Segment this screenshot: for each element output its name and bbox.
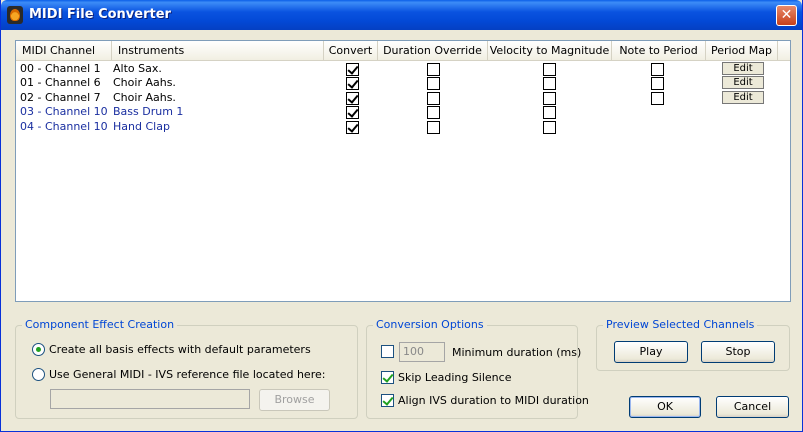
header-note-to-period[interactable]: Note to Period [612, 41, 706, 61]
default-effects-radio[interactable] [32, 343, 45, 356]
channel-list[interactable]: MIDI Channel Instruments Convert Duratio… [15, 40, 791, 302]
channel-cell: 01 - Channel 6 [20, 76, 101, 90]
header-convert[interactable]: Convert [324, 41, 378, 61]
cancel-button[interactable]: Cancel [716, 396, 789, 418]
conversion-options-label: Conversion Options [373, 318, 487, 331]
duration-override-checkbox[interactable] [427, 63, 440, 76]
header-velocity-to-magnitude[interactable]: Velocity to Magnitude [488, 41, 612, 61]
stop-button[interactable]: Stop [701, 341, 775, 363]
table-row[interactable]: 02 - Channel 7 Choir Aahs. Edit [16, 90, 790, 105]
instrument-cell: Hand Clap [113, 119, 170, 133]
note-to-period-checkbox[interactable] [651, 77, 664, 91]
header-midi-channel[interactable]: MIDI Channel [16, 41, 112, 61]
preview-label: Preview Selected Channels [603, 318, 758, 331]
convert-checkbox[interactable] [346, 91, 359, 105]
table-row[interactable]: 00 - Channel 1 Alto Sax. Edit [16, 62, 790, 76]
list-header: MIDI Channel Instruments Convert Duratio… [16, 41, 790, 61]
table-row[interactable]: 04 - Channel 10 Hand Clap [16, 120, 790, 134]
midi-converter-window: MIDI File Converter ✕ MIDI Channel Instr… [0, 0, 803, 432]
list-rows: 00 - Channel 1 Alto Sax. Edit 01 - Channel … [16, 62, 790, 134]
default-effects-label: Create all basis effects with default pa… [49, 343, 311, 356]
convert-checkbox[interactable] [346, 63, 359, 76]
velocity-magnitude-checkbox[interactable] [543, 120, 556, 134]
reference-file-label: Use General MIDI - IVS reference file lo… [49, 368, 326, 381]
convert-checkbox[interactable] [346, 120, 359, 134]
header-instruments[interactable]: Instruments [112, 41, 324, 61]
table-row[interactable]: 01 - Channel 6 Choir Aahs. Edit [16, 76, 790, 91]
convert-checkbox[interactable] [346, 106, 359, 120]
period-map-edit-button[interactable]: Edit [722, 62, 764, 75]
browse-button[interactable]: Browse [259, 389, 330, 411]
min-duration-input[interactable]: 100 [399, 342, 445, 362]
header-period-map[interactable]: Period Map [706, 41, 778, 61]
min-duration-label: Minimum duration (ms) [452, 346, 582, 359]
convert-checkbox[interactable] [346, 77, 359, 91]
align-duration-label: Align IVS duration to MIDI duration [398, 394, 589, 407]
table-row[interactable]: 03 - Channel 10 Bass Drum 1 [16, 105, 790, 120]
window-title: MIDI File Converter [29, 7, 171, 22]
app-icon [7, 6, 23, 24]
velocity-magnitude-checkbox[interactable] [543, 91, 556, 105]
velocity-magnitude-checkbox[interactable] [543, 63, 556, 76]
duration-override-checkbox[interactable] [427, 77, 440, 91]
duration-override-checkbox[interactable] [427, 91, 440, 105]
skip-silence-label: Skip Leading Silence [398, 371, 512, 384]
reference-file-input[interactable] [50, 389, 250, 409]
align-duration-checkbox[interactable] [381, 394, 394, 407]
velocity-magnitude-checkbox[interactable] [543, 77, 556, 91]
min-duration-checkbox[interactable] [381, 345, 394, 358]
reference-file-radio[interactable] [32, 368, 45, 381]
play-button[interactable]: Play [614, 341, 688, 363]
channel-cell: 04 - Channel 10 [20, 119, 108, 133]
title-bar: MIDI File Converter ✕ [1, 0, 802, 30]
skip-silence-checkbox[interactable] [381, 371, 394, 384]
duration-override-checkbox[interactable] [427, 120, 440, 134]
note-to-period-checkbox[interactable] [651, 91, 664, 105]
component-effect-label: Component Effect Creation [22, 318, 178, 331]
preview-group: Preview Selected Channels Play Stop [596, 318, 790, 371]
header-duration-override[interactable]: Duration Override [378, 41, 488, 61]
channel-cell: 00 - Channel 1 [20, 62, 101, 75]
note-to-period-checkbox[interactable] [651, 63, 664, 76]
period-map-edit-button[interactable]: Edit [722, 76, 764, 90]
conversion-options-group: Conversion Options 100 Minimum duration … [366, 318, 589, 419]
instrument-cell: Choir Aahs. [113, 90, 176, 104]
instrument-cell: Choir Aahs. [113, 76, 176, 90]
channel-cell: 02 - Channel 7 [20, 90, 101, 104]
duration-override-checkbox[interactable] [427, 106, 440, 120]
close-button[interactable]: ✕ [776, 5, 797, 26]
component-effect-group: Component Effect Creation Create all bas… [15, 318, 358, 419]
period-map-edit-button[interactable]: Edit [722, 90, 764, 104]
ok-button[interactable]: OK [629, 396, 701, 418]
channel-cell: 03 - Channel 10 [20, 105, 108, 119]
velocity-magnitude-checkbox[interactable] [543, 106, 556, 120]
instrument-cell: Bass Drum 1 [113, 105, 184, 119]
instrument-cell: Alto Sax. [113, 62, 162, 75]
